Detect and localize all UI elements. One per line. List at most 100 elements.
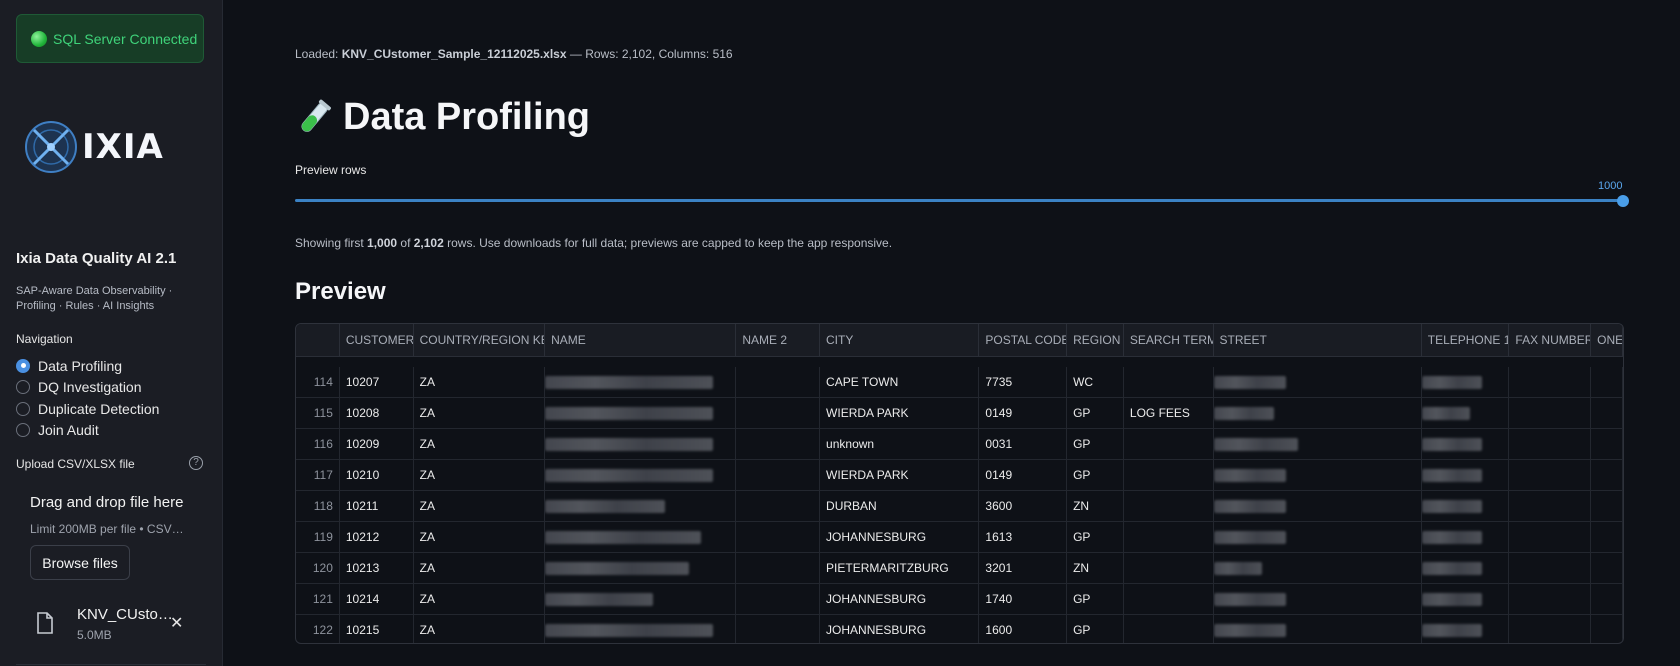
postal-code-cell[interactable]: 3600 bbox=[979, 491, 1068, 522]
country-region-cell[interactable]: ZA bbox=[414, 615, 546, 643]
nav-item-data-profiling[interactable]: Data Profiling bbox=[16, 355, 159, 377]
customer-cell[interactable]: 10210 bbox=[340, 460, 414, 491]
one-cell[interactable] bbox=[1591, 584, 1623, 615]
region-cell[interactable]: GP bbox=[1067, 460, 1124, 491]
table-row[interactable]: 119 10212 ZA JOHANNESBURG 1613 GP bbox=[296, 522, 1623, 553]
row-index-cell[interactable]: 122 bbox=[296, 615, 340, 643]
name-2-cell[interactable] bbox=[736, 491, 821, 522]
city-cell[interactable]: JOHANNESBURG bbox=[820, 615, 980, 643]
one-cell[interactable] bbox=[1591, 460, 1623, 491]
postal-code-cell[interactable]: 1613 bbox=[979, 522, 1068, 553]
name-2-cell[interactable] bbox=[736, 367, 821, 398]
row-index-cell[interactable]: 121 bbox=[296, 584, 340, 615]
name-2-cell[interactable] bbox=[736, 522, 821, 553]
region-cell[interactable]: GP bbox=[1067, 398, 1124, 429]
preview-rows-slider-thumb[interactable] bbox=[1617, 195, 1629, 207]
search-term-cell[interactable] bbox=[1124, 522, 1214, 553]
column-header-search-term[interactable]: SEARCH TERM bbox=[1124, 324, 1214, 357]
table-row[interactable]: 117 10210 ZA WIERDA PARK 0149 GP bbox=[296, 460, 1623, 491]
column-header-name-2[interactable]: NAME 2 bbox=[736, 324, 821, 357]
row-index-cell[interactable]: 119 bbox=[296, 522, 340, 553]
street-cell[interactable] bbox=[1213, 491, 1422, 522]
postal-code-cell[interactable]: 1740 bbox=[979, 584, 1068, 615]
city-cell[interactable]: PIETERMARITZBURG bbox=[820, 553, 980, 584]
fax-number-cell[interactable] bbox=[1509, 398, 1592, 429]
nav-item-duplicate-detection[interactable]: Duplicate Detection bbox=[16, 398, 159, 420]
region-cell[interactable]: ZN bbox=[1067, 553, 1124, 584]
row-index-cell[interactable]: 120 bbox=[296, 553, 340, 584]
name-cell[interactable] bbox=[545, 491, 737, 522]
one-cell[interactable] bbox=[1591, 429, 1623, 460]
name-cell[interactable] bbox=[545, 429, 737, 460]
column-header-country-region-key[interactable]: COUNTRY/REGION KEY bbox=[414, 324, 546, 357]
search-term-cell[interactable] bbox=[1124, 491, 1214, 522]
fax-number-cell[interactable] bbox=[1509, 429, 1592, 460]
name-2-cell[interactable] bbox=[736, 398, 821, 429]
one-cell[interactable] bbox=[1591, 615, 1623, 643]
column-header-fax-number[interactable]: FAX NUMBER bbox=[1509, 324, 1592, 357]
preview-rows-slider-track[interactable] bbox=[295, 199, 1623, 202]
telephone-cell[interactable] bbox=[1421, 367, 1510, 398]
row-index-cell[interactable]: 117 bbox=[296, 460, 340, 491]
country-region-cell[interactable]: ZA bbox=[414, 460, 546, 491]
table-row[interactable]: 122 10215 ZA JOHANNESBURG 1600 GP bbox=[296, 615, 1623, 643]
street-cell[interactable] bbox=[1213, 522, 1422, 553]
table-row[interactable]: 120 10213 ZA PIETERMARITZBURG 3201 ZN bbox=[296, 553, 1623, 584]
name-2-cell[interactable] bbox=[736, 615, 821, 643]
customer-cell[interactable]: 10207 bbox=[340, 367, 414, 398]
postal-code-cell[interactable]: 7735 bbox=[979, 367, 1068, 398]
one-cell[interactable] bbox=[1591, 367, 1623, 398]
customer-cell[interactable]: 10213 bbox=[340, 553, 414, 584]
table-row[interactable]: 115 10208 ZA WIERDA PARK 0149 GP LOG FEES bbox=[296, 398, 1623, 429]
fax-number-cell[interactable] bbox=[1509, 522, 1592, 553]
help-icon[interactable]: ? bbox=[189, 456, 203, 470]
one-cell[interactable] bbox=[1591, 553, 1623, 584]
column-header-city[interactable]: CITY bbox=[820, 324, 980, 357]
postal-code-cell[interactable]: 1600 bbox=[979, 615, 1068, 643]
browse-files-button[interactable]: Browse files bbox=[30, 545, 130, 580]
customer-cell[interactable]: 10209 bbox=[340, 429, 414, 460]
nav-item-join-audit[interactable]: Join Audit bbox=[16, 420, 159, 442]
column-header-customer[interactable]: CUSTOMER bbox=[340, 324, 414, 357]
search-term-cell[interactable] bbox=[1124, 584, 1214, 615]
column-header-postal-code[interactable]: POSTAL CODE bbox=[979, 324, 1068, 357]
search-term-cell[interactable] bbox=[1124, 367, 1214, 398]
region-cell[interactable]: GP bbox=[1067, 429, 1124, 460]
telephone-cell[interactable] bbox=[1421, 398, 1510, 429]
postal-code-cell[interactable]: 3201 bbox=[979, 553, 1068, 584]
telephone-cell[interactable] bbox=[1421, 584, 1510, 615]
country-region-cell[interactable]: ZA bbox=[414, 584, 546, 615]
country-region-cell[interactable]: ZA bbox=[414, 553, 546, 584]
city-cell[interactable]: DURBAN bbox=[820, 491, 980, 522]
region-cell[interactable]: GP bbox=[1067, 584, 1124, 615]
postal-code-cell[interactable]: 0149 bbox=[979, 398, 1068, 429]
row-index-cell[interactable]: 114 bbox=[296, 367, 340, 398]
radio-icon[interactable] bbox=[16, 401, 30, 416]
postal-code-cell[interactable]: 0031 bbox=[979, 429, 1068, 460]
name-2-cell[interactable] bbox=[736, 460, 821, 491]
fax-number-cell[interactable] bbox=[1509, 367, 1592, 398]
name-cell[interactable] bbox=[545, 522, 737, 553]
radio-icon[interactable] bbox=[16, 423, 30, 438]
column-header-name[interactable]: NAME bbox=[545, 324, 737, 357]
country-region-cell[interactable]: ZA bbox=[414, 367, 546, 398]
country-region-cell[interactable]: ZA bbox=[414, 429, 546, 460]
radio-icon[interactable] bbox=[16, 380, 30, 395]
city-cell[interactable]: CAPE TOWN bbox=[820, 367, 980, 398]
search-term-cell[interactable] bbox=[1124, 460, 1214, 491]
city-cell[interactable]: JOHANNESBURG bbox=[820, 584, 980, 615]
name-2-cell[interactable] bbox=[736, 584, 821, 615]
country-region-cell[interactable]: ZA bbox=[414, 491, 546, 522]
postal-code-cell[interactable]: 0149 bbox=[979, 460, 1068, 491]
country-region-cell[interactable]: ZA bbox=[414, 398, 546, 429]
region-cell[interactable]: GP bbox=[1067, 615, 1124, 643]
region-cell[interactable]: ZN bbox=[1067, 491, 1124, 522]
remove-file-close-icon[interactable]: ✕ bbox=[170, 613, 183, 633]
search-term-cell[interactable] bbox=[1124, 553, 1214, 584]
one-cell[interactable] bbox=[1591, 522, 1623, 553]
column-header-one[interactable]: ONE- bbox=[1591, 324, 1623, 357]
city-cell[interactable]: JOHANNESBURG bbox=[820, 522, 980, 553]
one-cell[interactable] bbox=[1591, 491, 1623, 522]
column-header-street[interactable]: STREET bbox=[1214, 324, 1422, 357]
column-header-region[interactable]: REGION bbox=[1067, 324, 1124, 357]
